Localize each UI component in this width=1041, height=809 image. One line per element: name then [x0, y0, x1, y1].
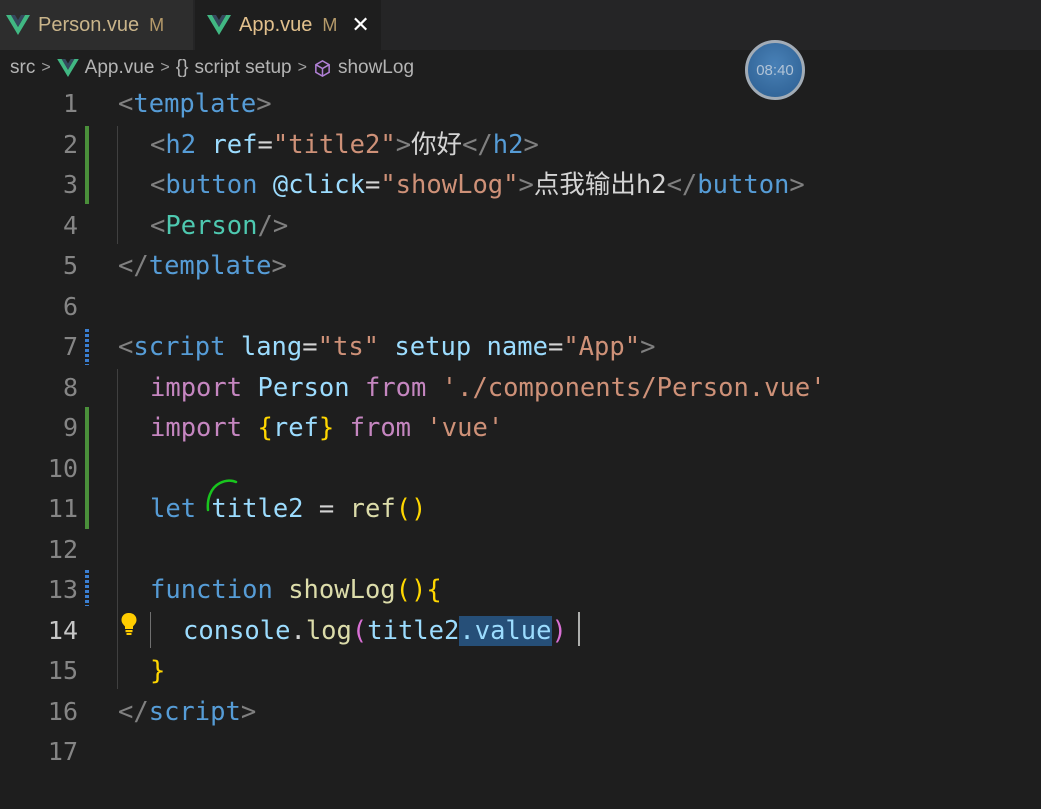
tab-app-vue[interactable]: App.vue M ✕: [195, 0, 381, 50]
line-number: 1: [62, 89, 78, 118]
code-text: <template>: [118, 89, 272, 119]
breadcrumb-symbol[interactable]: showLog: [338, 57, 414, 79]
code-line: 1 <template>: [0, 84, 1041, 125]
symbol-method-icon: [315, 59, 330, 77]
code-line: 5 </template>: [0, 246, 1041, 287]
annotation-stroke: [206, 479, 238, 512]
vue-icon: [56, 59, 79, 77]
modified-badge: M: [322, 14, 338, 35]
code-line: 10: [0, 449, 1041, 490]
tab-person-vue[interactable]: Person.vue M: [0, 0, 194, 50]
code-line: 12: [0, 530, 1041, 571]
line-number: 14: [47, 615, 78, 645]
text-selection: .value: [459, 615, 552, 646]
code-line: 17: [0, 732, 1041, 773]
code-text: <h2 ref="title2">你好</h2>: [150, 129, 539, 160]
line-number: 7: [62, 332, 78, 361]
code-text: <Person/>: [150, 210, 289, 241]
close-icon[interactable]: ✕: [351, 14, 369, 36]
code-line: 6: [0, 287, 1041, 328]
line-number: 12: [47, 534, 78, 564]
code-line: 4 <Person/>: [0, 206, 1041, 247]
code-text: }: [150, 656, 166, 686]
line-number: 11: [47, 494, 78, 523]
lightbulb-icon[interactable]: [120, 612, 138, 636]
line-number: 4: [62, 210, 78, 240]
code-text: </script>: [118, 696, 257, 727]
code-text: <script lang="ts" setup name="App">: [118, 332, 656, 362]
code-text: <button @click="showLog">点我输出h2</button>: [150, 170, 805, 200]
modified-badge: M: [149, 14, 165, 35]
chevron-right-icon: >: [41, 59, 51, 76]
code-line-active: 14 console.log(title2.value): [0, 611, 1041, 652]
chevron-right-icon: >: [297, 59, 307, 76]
code-line: 3 <button @click="showLog">点我输出h2</butto…: [0, 165, 1041, 206]
code-line: 9 import {ref} from 'vue': [0, 408, 1041, 449]
code-editor[interactable]: 1 <template> 2 <h2 ref="title2">你好</h2> …: [0, 84, 1041, 809]
line-number: 9: [62, 413, 78, 442]
line-number: 5: [62, 251, 78, 280]
editor-tab-bar: Person.vue M App.vue M ✕: [0, 0, 1041, 50]
code-line: 16 </script>: [0, 692, 1041, 733]
code-text: import {ref} from 'vue': [150, 413, 504, 443]
code-text: let title2 = ref(): [150, 494, 427, 524]
chevron-right-icon: >: [160, 59, 170, 76]
braces-icon: {}: [175, 57, 189, 78]
code-text: </template>: [118, 251, 287, 281]
line-number: 16: [47, 696, 78, 726]
line-number: 3: [62, 170, 78, 199]
text-cursor: [578, 612, 580, 646]
code-text: function showLog(){: [150, 575, 442, 605]
vue-icon: [207, 15, 231, 35]
code-line: 2 <h2 ref="title2">你好</h2>: [0, 125, 1041, 166]
code-line: 11 let title2 = ref(): [0, 489, 1041, 530]
tab-label: App.vue: [239, 13, 313, 36]
line-number: 2: [62, 129, 78, 159]
vue-icon: [6, 15, 30, 35]
code-text: import Person from './components/Person.…: [150, 372, 826, 403]
breadcrumb: src > App.vue > {} script setup > showLo…: [0, 50, 1041, 86]
breadcrumb-block[interactable]: script setup: [194, 57, 291, 79]
line-number: 10: [47, 453, 78, 483]
code-line: 8 import Person from './components/Perso…: [0, 368, 1041, 409]
breadcrumb-file[interactable]: App.vue: [85, 57, 155, 79]
breadcrumb-folder[interactable]: src: [10, 57, 35, 79]
code-line: 13 function showLog(){: [0, 570, 1041, 611]
code-line: 7 <script lang="ts" setup name="App">: [0, 327, 1041, 368]
tab-label: Person.vue: [38, 13, 140, 36]
line-number: 6: [62, 291, 78, 321]
line-number: 17: [47, 737, 78, 766]
code-line: 15 }: [0, 651, 1041, 692]
line-number: 13: [47, 575, 78, 604]
line-number: 8: [62, 372, 78, 402]
code-text: console.log(title2.value): [183, 615, 567, 646]
line-number: 15: [47, 656, 78, 685]
